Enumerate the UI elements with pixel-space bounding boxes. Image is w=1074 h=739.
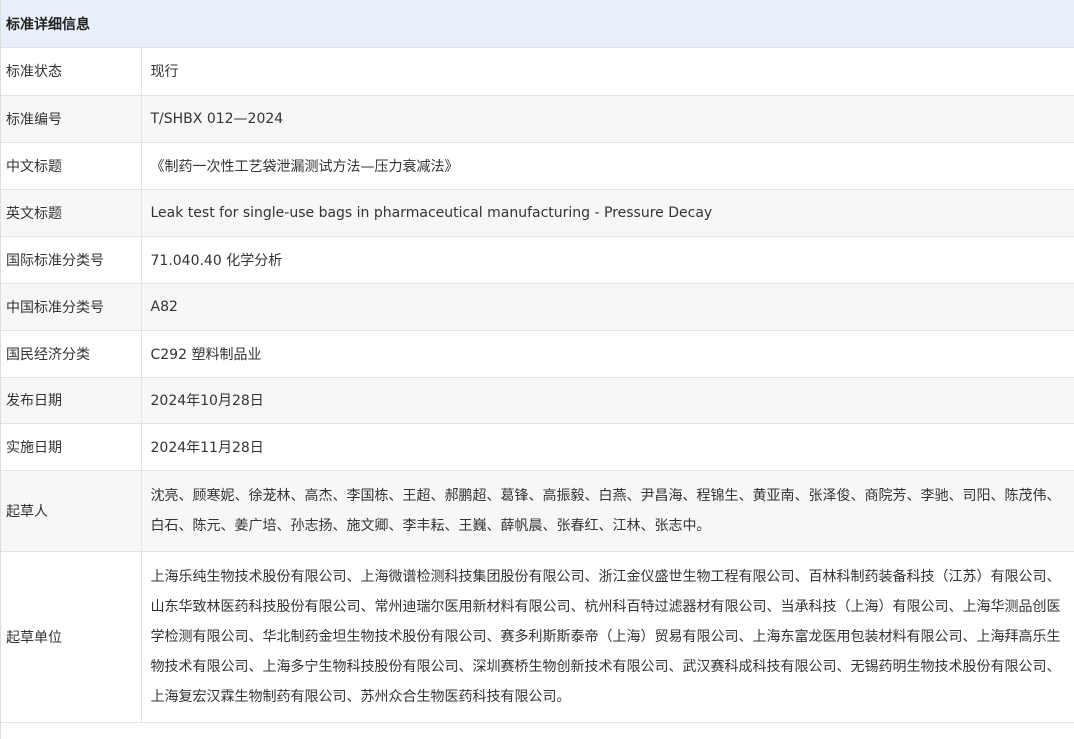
row-ics: 国际标准分类号 71.040.40 化学分析 [1,236,1074,284]
row-drafters: 起草人 沈亮、顾寒妮、徐茏林、高杰、李国栋、王超、郝鹏超、葛锋、高振毅、白燕、尹… [1,470,1074,552]
row-chinese-title: 中文标题 《制药一次性工艺袋泄漏测试方法—压力衰减法》 [1,142,1074,190]
chinese-title-value: 《制药一次性工艺袋泄漏测试方法—压力衰减法》 [141,142,1074,190]
row-status: 标准状态 现行 [1,48,1074,96]
standard-number-label: 标准编号 [1,95,142,143]
ccs-label: 中国标准分类号 [1,283,142,331]
status-value: 现行 [141,48,1074,96]
row-economic-class: 国民经济分类 C292 塑料制品业 [1,330,1074,378]
drafting-units-label: 起草单位 [1,551,142,723]
detail-table: 标准状态 现行 标准编号 T/SHBX 012—2024 中文标题 《制药一次性… [1,48,1074,723]
standard-number-value: T/SHBX 012—2024 [141,95,1074,143]
drafters-label: 起草人 [1,470,142,552]
panel-header: 标准详细信息 [1,0,1074,48]
row-drafting-units: 起草单位 上海乐纯生物技术股份有限公司、上海微谱检测科技集团股份有限公司、浙江金… [1,551,1074,723]
ccs-value: A82 [141,283,1074,331]
implement-date-label: 实施日期 [1,423,142,471]
row-standard-number: 标准编号 T/SHBX 012—2024 [1,95,1074,143]
english-title-value: Leak test for single-use bags in pharmac… [141,189,1074,237]
ics-label: 国际标准分类号 [1,236,142,284]
panel-title: 标准详细信息 [6,16,90,33]
publish-date-value: 2024年10月28日 [141,377,1074,424]
drafting-units-value: 上海乐纯生物技术股份有限公司、上海微谱检测科技集团股份有限公司、浙江金仪盛世生物… [141,551,1074,723]
chinese-title-label: 中文标题 [1,142,142,190]
row-ccs: 中国标准分类号 A82 [1,283,1074,331]
row-implement-date: 实施日期 2024年11月28日 [1,423,1074,471]
implement-date-value: 2024年11月28日 [141,423,1074,471]
row-publish-date: 发布日期 2024年10月28日 [1,377,1074,424]
economic-class-label: 国民经济分类 [1,330,142,378]
standard-detail-panel: 标准详细信息 标准状态 现行 标准编号 T/SHBX 012—2024 中文标题… [0,0,1074,739]
status-label: 标准状态 [1,48,142,96]
english-title-label: 英文标题 [1,189,142,237]
row-english-title: 英文标题 Leak test for single-use bags in ph… [1,189,1074,237]
ics-value: 71.040.40 化学分析 [141,236,1074,284]
economic-class-value: C292 塑料制品业 [141,330,1074,378]
drafters-value: 沈亮、顾寒妮、徐茏林、高杰、李国栋、王超、郝鹏超、葛锋、高振毅、白燕、尹昌海、程… [141,470,1074,552]
publish-date-label: 发布日期 [1,377,142,424]
